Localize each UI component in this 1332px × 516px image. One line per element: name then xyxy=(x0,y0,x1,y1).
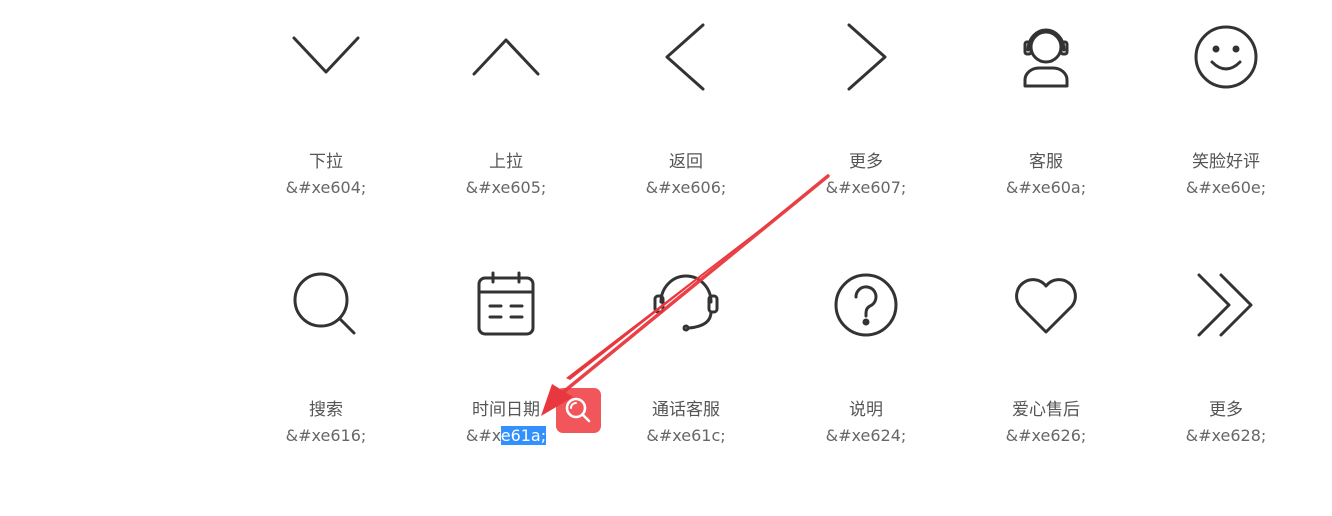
calendar-icon xyxy=(471,270,541,340)
icon-name: 笑脸好评 xyxy=(1192,152,1260,172)
icon-code: &#xe604; xyxy=(285,178,367,197)
icon-code: &#xe624; xyxy=(825,426,907,445)
chevron-right-icon xyxy=(831,22,901,92)
search-icon xyxy=(291,270,361,340)
chevron-up-icon xyxy=(471,22,541,92)
icon-code: &#xe606; xyxy=(645,178,727,197)
double-chevron-right-icon xyxy=(1191,270,1261,340)
chevron-left-icon xyxy=(651,22,721,92)
icon-name: 返回 xyxy=(669,152,703,172)
icon-name: 爱心售后 xyxy=(1012,400,1080,420)
icon-code: &#xe605; xyxy=(465,178,547,197)
icon-name: 通话客服 xyxy=(652,400,720,420)
text-selection-highlight: e61a; xyxy=(500,426,547,445)
icon-name: 下拉 xyxy=(309,152,343,172)
icon-name: 更多 xyxy=(1209,400,1243,420)
heart-icon xyxy=(1011,270,1081,340)
icon-name: 说明 xyxy=(849,400,883,420)
icon-code: &#xe60a; xyxy=(1005,178,1087,197)
icon-name: 上拉 xyxy=(489,152,523,172)
question-circle-icon xyxy=(831,270,901,340)
icon-code: &#xe60e; xyxy=(1185,178,1267,197)
selection-search-button[interactable] xyxy=(556,388,601,433)
icon-code: &#xe607; xyxy=(825,178,907,197)
chevron-down-icon xyxy=(291,22,361,92)
icon-name: 客服 xyxy=(1029,152,1063,172)
customer-service-icon xyxy=(1011,22,1081,92)
smiley-icon xyxy=(1191,22,1261,92)
search-icon xyxy=(565,397,591,423)
icon-code: &#xe626; xyxy=(1005,426,1087,445)
headset-icon xyxy=(651,270,721,340)
icon-code: &#xe616; xyxy=(285,426,367,445)
icon-code: &#xe628; xyxy=(1185,426,1267,445)
icon-font-gallery: 下拉 &#xe604; 上拉 &#xe605; 返回 &#xe606; 更多 &… xyxy=(0,0,1332,516)
icon-name: 搜索 xyxy=(309,400,343,420)
icon-code: &#xe61c; xyxy=(646,426,726,445)
icon-name: 更多 xyxy=(849,152,883,172)
